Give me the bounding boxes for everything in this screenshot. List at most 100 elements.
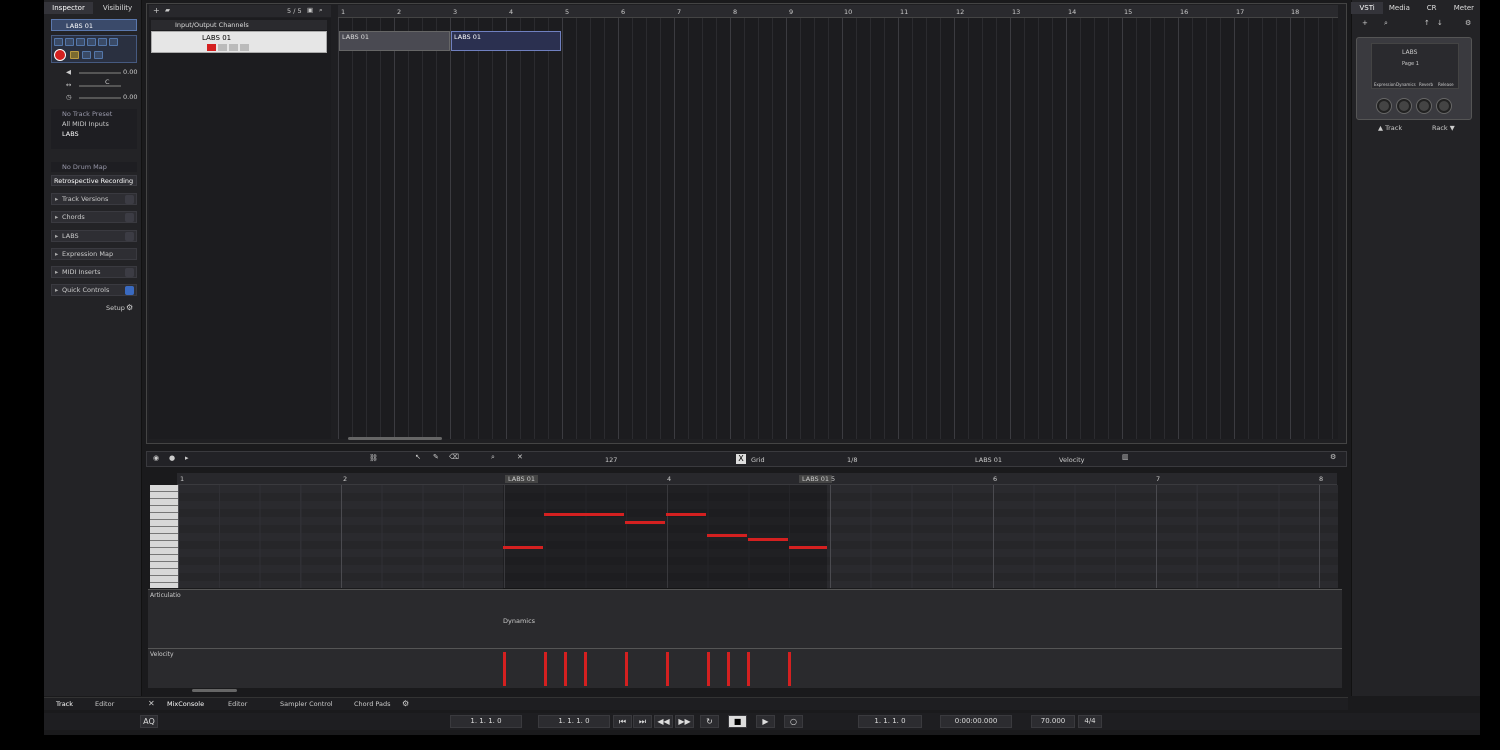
tab-sampler-control[interactable]: Sampler Control	[280, 700, 333, 708]
instrument-track-row[interactable]: LABS 01	[151, 31, 327, 53]
mute-button[interactable]	[82, 51, 91, 59]
articulation-lane[interactable]: Articulatio Dynamics	[148, 589, 1342, 648]
snap-icon[interactable]: X	[736, 454, 746, 464]
rewind-button[interactable]: ◀◀	[654, 715, 673, 728]
gear-icon[interactable]: ⚙	[1465, 19, 1471, 27]
quick-control-knob[interactable]	[1377, 99, 1391, 113]
section-quick-controls[interactable]: Quick Controls	[51, 284, 137, 296]
output-field[interactable]: LABS	[51, 129, 137, 139]
section-chords[interactable]: Chords	[51, 211, 137, 223]
midi-note[interactable]	[625, 521, 665, 524]
section-midi-inserts[interactable]: MIDI Inserts	[51, 266, 137, 278]
monitor-in-button[interactable]	[94, 51, 103, 59]
horizontal-scrollbar[interactable]	[348, 437, 442, 440]
visibility-icon[interactable]: ▣	[307, 6, 313, 14]
midi-input-field[interactable]: All MIDI Inputs	[51, 119, 137, 129]
gear-icon[interactable]: ⚙	[126, 303, 133, 312]
quick-control-knob[interactable]	[1437, 99, 1451, 113]
lock-button[interactable]	[65, 38, 74, 46]
record-button[interactable]: ○	[784, 715, 803, 728]
forward-button[interactable]: ▶▶	[675, 715, 694, 728]
drum-map-field[interactable]: No Drum Map	[51, 162, 137, 172]
velocity-bar[interactable]	[666, 652, 669, 686]
record-enable-button[interactable]	[54, 49, 66, 61]
read-button[interactable]	[76, 38, 85, 46]
left-locator-field[interactable]: 1. 1. 1. 0	[450, 715, 522, 728]
arrow-up-icon[interactable]: ↑	[1424, 19, 1430, 27]
tempo-field[interactable]: 70.000	[1031, 715, 1075, 728]
track-mute-button[interactable]	[229, 44, 238, 51]
piano-keyboard[interactable]	[150, 485, 178, 588]
folder-icon[interactable]: ▰	[165, 6, 170, 14]
tab-vsti[interactable]: VSTi	[1351, 2, 1384, 14]
go-to-end-button[interactable]: ⏭	[633, 715, 652, 728]
tab-inspector[interactable]: Inspector	[44, 2, 93, 14]
tab-track[interactable]: Track	[56, 700, 73, 708]
add-track-icon[interactable]: +	[153, 6, 160, 15]
midi-note[interactable]	[748, 538, 788, 541]
midi-note[interactable]	[503, 546, 543, 549]
quick-control-knob[interactable]	[1417, 99, 1431, 113]
project-ruler[interactable]: 1 2 3 4 5 6 7 8 9 10 11 12 13 14 15 16 1…	[338, 5, 1338, 18]
auto-quantize-button[interactable]: AQ	[140, 715, 158, 728]
show-info-icon[interactable]: ◉	[153, 454, 159, 462]
rack-rack-button[interactable]: Rack ▼	[1432, 124, 1455, 132]
midi-part-2[interactable]: LABS 01	[451, 31, 561, 51]
editor-scrollbar[interactable]	[192, 689, 237, 692]
arrow-down-icon[interactable]: ↓	[1437, 19, 1443, 27]
midi-part-1[interactable]: LABS 01	[339, 31, 450, 51]
section-expression-map[interactable]: Expression Map	[51, 248, 137, 260]
tab-meter[interactable]: Meter	[1448, 2, 1480, 14]
rack-track-button[interactable]: ▲ Track	[1378, 124, 1402, 132]
piano-icon[interactable]: ▥	[1122, 453, 1129, 461]
retrospective-recording-button[interactable]: Retrospective Recording	[51, 175, 137, 186]
object-select-tool-icon[interactable]: ↖	[415, 453, 421, 461]
track-solo-button[interactable]	[240, 44, 249, 51]
right-locator-field[interactable]: 1. 1. 1. 0	[538, 715, 610, 728]
velocity-lane[interactable]: Velocity	[148, 648, 1342, 688]
quantize-select[interactable]: 1/8	[847, 456, 857, 464]
velocity-bar[interactable]	[584, 652, 587, 686]
play-button[interactable]: ▶	[756, 715, 775, 728]
pencil-tool-icon[interactable]: ✎	[433, 453, 439, 461]
vsti-rack-slot[interactable]: LABS Page 1 Expression Dynamics Reverb R…	[1356, 37, 1472, 120]
tab-media[interactable]: Media	[1383, 2, 1415, 14]
record-icon[interactable]: ●	[169, 454, 175, 462]
editor-ruler[interactable]: 1 2 LABS 01 4 LABS 01 5 6 7 8	[177, 473, 1337, 485]
tab-mixconsole[interactable]: MixConsole	[167, 700, 204, 708]
zoom-tool-icon[interactable]: ⌕	[491, 453, 495, 462]
edit-button[interactable]	[98, 38, 107, 46]
track-monitor-button[interactable]	[218, 44, 227, 51]
event-display[interactable]	[338, 18, 1338, 439]
section-labs[interactable]: LABS	[51, 230, 137, 242]
write-button[interactable]	[87, 38, 96, 46]
velocity-bar[interactable]	[625, 652, 628, 686]
gear-icon[interactable]: ⚙	[402, 699, 409, 708]
setup-label[interactable]: Setup	[106, 304, 125, 312]
tab-editor[interactable]: Editor	[228, 700, 247, 708]
channel-field[interactable]: 1	[51, 139, 151, 149]
grid-type-select[interactable]: Grid	[751, 456, 765, 464]
midi-note[interactable]	[544, 513, 624, 516]
track-name-header[interactable]: LABS 01	[51, 19, 137, 31]
go-to-start-button[interactable]: ⏮	[613, 715, 632, 728]
position-field[interactable]: 1. 1. 1. 0	[858, 715, 922, 728]
part-select[interactable]: LABS 01	[975, 456, 1002, 464]
monitor-button[interactable]	[54, 38, 63, 46]
folder-track-row[interactable]: Input/Output Channels	[151, 20, 327, 30]
mute-tool-icon[interactable]: ✕	[517, 453, 523, 461]
tab-cr[interactable]: CR	[1416, 2, 1448, 14]
search-icon[interactable]: ⌕	[319, 6, 323, 15]
eraser-tool-icon[interactable]: ⌫	[449, 453, 459, 461]
auto-scroll-icon[interactable]: ▸	[185, 454, 189, 462]
cycle-button[interactable]: ↻	[700, 715, 719, 728]
gear-icon[interactable]: ⚙	[1330, 453, 1336, 461]
volume-slider[interactable]	[79, 72, 121, 74]
track-preset-field[interactable]: No Track Preset	[51, 109, 137, 119]
time-display[interactable]: 0:00:00.000	[940, 715, 1012, 728]
freeze-button[interactable]	[109, 38, 118, 46]
signature-field[interactable]: 4/4	[1078, 715, 1102, 728]
tab-chord-pads[interactable]: Chord Pads	[354, 700, 391, 708]
midi-note[interactable]	[666, 513, 706, 516]
link-icon[interactable]: ⛓	[369, 454, 378, 462]
